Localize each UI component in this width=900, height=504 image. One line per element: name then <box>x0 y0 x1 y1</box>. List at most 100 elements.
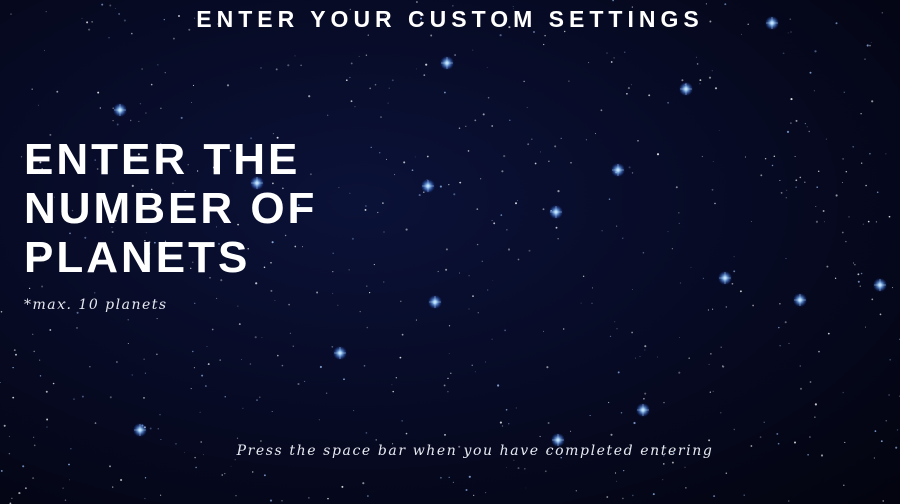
star <box>221 474 223 476</box>
star <box>391 79 394 82</box>
star <box>242 407 244 409</box>
star <box>480 178 482 180</box>
star <box>157 64 159 66</box>
star <box>637 139 639 142</box>
prompt-line: NUMBER OF <box>24 184 318 233</box>
star <box>13 349 16 351</box>
star <box>387 102 389 104</box>
star <box>459 272 460 274</box>
star <box>720 412 722 414</box>
star <box>713 495 716 498</box>
star <box>606 52 608 54</box>
star <box>415 1 418 3</box>
star <box>714 202 716 205</box>
star <box>236 437 239 439</box>
star <box>866 44 869 47</box>
star <box>358 55 360 57</box>
star <box>144 497 146 500</box>
star <box>662 479 664 481</box>
star <box>159 413 161 416</box>
star <box>607 401 610 404</box>
star <box>869 152 871 155</box>
star <box>369 292 371 294</box>
star <box>870 42 872 44</box>
star <box>794 155 796 158</box>
star <box>616 225 618 227</box>
star <box>708 76 712 79</box>
star <box>64 499 67 501</box>
star <box>544 470 547 473</box>
star <box>543 330 545 332</box>
star <box>481 260 483 262</box>
star <box>8 435 10 438</box>
planet-count-input-area[interactable] <box>24 325 404 385</box>
star <box>263 474 266 477</box>
star <box>468 275 470 277</box>
star <box>425 63 428 66</box>
star <box>129 119 132 122</box>
star <box>790 122 792 124</box>
star <box>848 216 850 218</box>
star <box>318 419 320 421</box>
star <box>826 265 829 268</box>
star <box>712 160 714 162</box>
game-screen: ENTER YOUR CUSTOM SETTINGS ENTER THE NUM… <box>0 0 900 504</box>
star <box>555 226 558 229</box>
star <box>366 285 368 287</box>
star <box>491 220 493 222</box>
star <box>150 83 153 86</box>
star <box>94 422 97 424</box>
star <box>594 133 597 135</box>
star <box>486 67 488 69</box>
star <box>631 172 634 174</box>
star <box>81 395 84 398</box>
star <box>491 125 494 127</box>
star <box>557 238 559 240</box>
space-bar-hint: Press the space bar when you have comple… <box>236 443 714 459</box>
star <box>485 361 487 363</box>
star <box>44 50 45 52</box>
star <box>130 32 133 35</box>
star <box>814 403 818 406</box>
star <box>353 410 355 412</box>
star <box>843 484 845 487</box>
star <box>354 106 356 108</box>
star <box>485 492 487 494</box>
star <box>822 210 825 212</box>
star <box>612 0 614 2</box>
star <box>710 353 712 355</box>
star <box>824 221 825 223</box>
star <box>359 310 361 313</box>
star <box>600 109 603 112</box>
star <box>20 156 23 158</box>
star <box>491 338 493 340</box>
star <box>582 275 585 278</box>
star <box>568 80 570 82</box>
star <box>780 191 783 194</box>
star <box>500 214 503 216</box>
star <box>815 220 818 224</box>
star <box>28 287 31 290</box>
star <box>643 397 645 400</box>
star <box>308 497 310 499</box>
star <box>33 436 35 438</box>
star <box>806 126 808 128</box>
star <box>37 104 39 106</box>
star <box>614 472 617 474</box>
star <box>712 390 714 393</box>
star <box>764 157 767 160</box>
star <box>497 384 500 387</box>
star <box>46 418 49 421</box>
star <box>31 88 33 90</box>
star <box>542 208 545 211</box>
star <box>896 429 899 431</box>
star <box>365 54 368 56</box>
star <box>300 64 302 67</box>
star <box>752 304 754 307</box>
star <box>454 54 456 56</box>
star <box>517 200 518 201</box>
star <box>108 37 110 39</box>
star <box>272 133 274 135</box>
star <box>854 263 856 266</box>
star <box>678 212 680 214</box>
